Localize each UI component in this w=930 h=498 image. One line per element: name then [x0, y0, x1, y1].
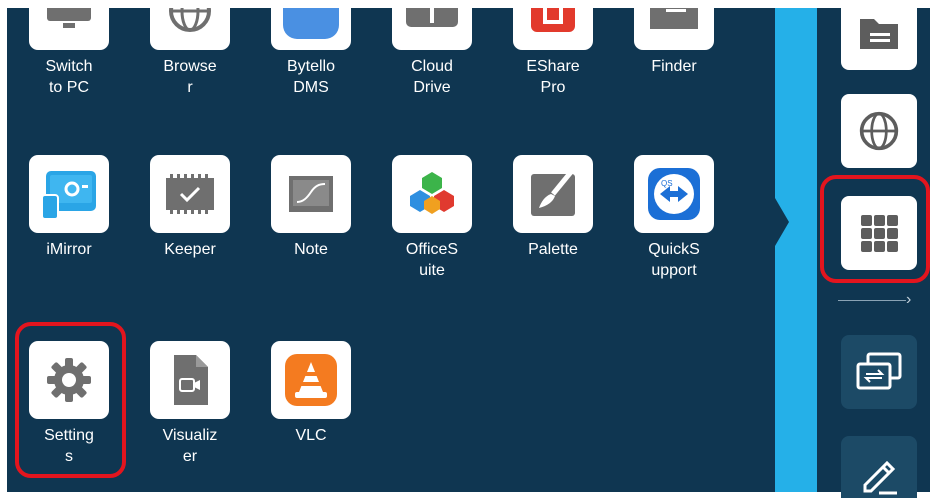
screen-switch-icon	[856, 352, 902, 390]
settings-highlight-box	[15, 322, 126, 478]
app-keeper[interactable]: Keeper	[135, 155, 245, 260]
app-label: iMirror	[46, 241, 92, 258]
imirror-icon	[29, 155, 109, 233]
app-note[interactable]: Note	[256, 155, 366, 260]
app-bytello-dms[interactable]: Bytello DMS	[256, 8, 366, 98]
pencil-icon	[863, 460, 897, 495]
sidebar-pointer-notch	[775, 198, 789, 246]
bytello-dms-icon	[271, 8, 351, 50]
folder-icon	[860, 19, 898, 49]
app-label: Cloud Drive	[411, 58, 453, 96]
sidebar-divider	[838, 300, 906, 301]
app-switch-to-pc[interactable]: Switch to PC	[14, 8, 124, 98]
app-label: Bytello DMS	[286, 58, 336, 96]
sidebar-accent-strip	[775, 8, 817, 492]
quicksupport-icon: QS	[634, 155, 714, 233]
app-browser[interactable]: Browse r	[135, 8, 245, 98]
app-label: Palette	[528, 241, 578, 258]
eshare-icon	[513, 8, 593, 50]
app-vlc[interactable]: VLC	[256, 341, 366, 446]
sidebar-browser-button[interactable]	[841, 94, 917, 168]
sidebar-annotate-button[interactable]	[841, 436, 917, 498]
app-label: VLC	[295, 427, 327, 444]
monitor-pc-icon	[29, 8, 109, 50]
note-board-icon	[271, 155, 351, 233]
app-eshare-pro[interactable]: EShare Pro	[498, 8, 608, 98]
app-label: Note	[294, 241, 328, 258]
app-finder[interactable]: Finder	[619, 8, 729, 77]
screen: Switch to PC Browse r Bytello DMS Cloud …	[0, 0, 930, 498]
app-cloud-drive[interactable]: Cloud Drive	[377, 8, 487, 98]
app-label: Finder	[651, 58, 697, 75]
app-label: EShare Pro	[526, 58, 580, 96]
app-imirror[interactable]: iMirror	[14, 155, 124, 260]
keeper-chip-icon	[150, 155, 230, 233]
sidebar-finder-button[interactable]	[841, 0, 917, 70]
palette-brush-icon	[513, 155, 593, 233]
officesuite-icon	[392, 155, 472, 233]
app-label: Keeper	[164, 241, 216, 258]
globe-icon	[150, 8, 230, 50]
globe-icon	[859, 111, 899, 151]
app-label: Browse r	[163, 58, 217, 96]
cloud-drive-icon	[392, 8, 472, 50]
app-palette[interactable]: Palette	[498, 155, 608, 260]
app-label: OfficeS uite	[405, 241, 459, 279]
svg-text:QS: QS	[661, 179, 673, 188]
chevron-right-icon[interactable]: ›	[906, 291, 911, 309]
app-label: QuickS upport	[648, 241, 700, 279]
apps-button-highlight-box	[820, 175, 930, 283]
sidebar-screen-switch-button[interactable]	[841, 335, 917, 409]
app-officesuite[interactable]: OfficeS uite	[377, 155, 487, 281]
vlc-cone-icon	[271, 341, 351, 419]
folder-icon	[634, 8, 714, 50]
app-label: Switch to PC	[45, 58, 93, 96]
app-visualizer[interactable]: Visualiz er	[135, 341, 245, 467]
app-quicksupport[interactable]: QS QuickS upport	[619, 155, 729, 281]
visualizer-icon	[150, 341, 230, 419]
app-label: Visualiz er	[162, 427, 218, 465]
